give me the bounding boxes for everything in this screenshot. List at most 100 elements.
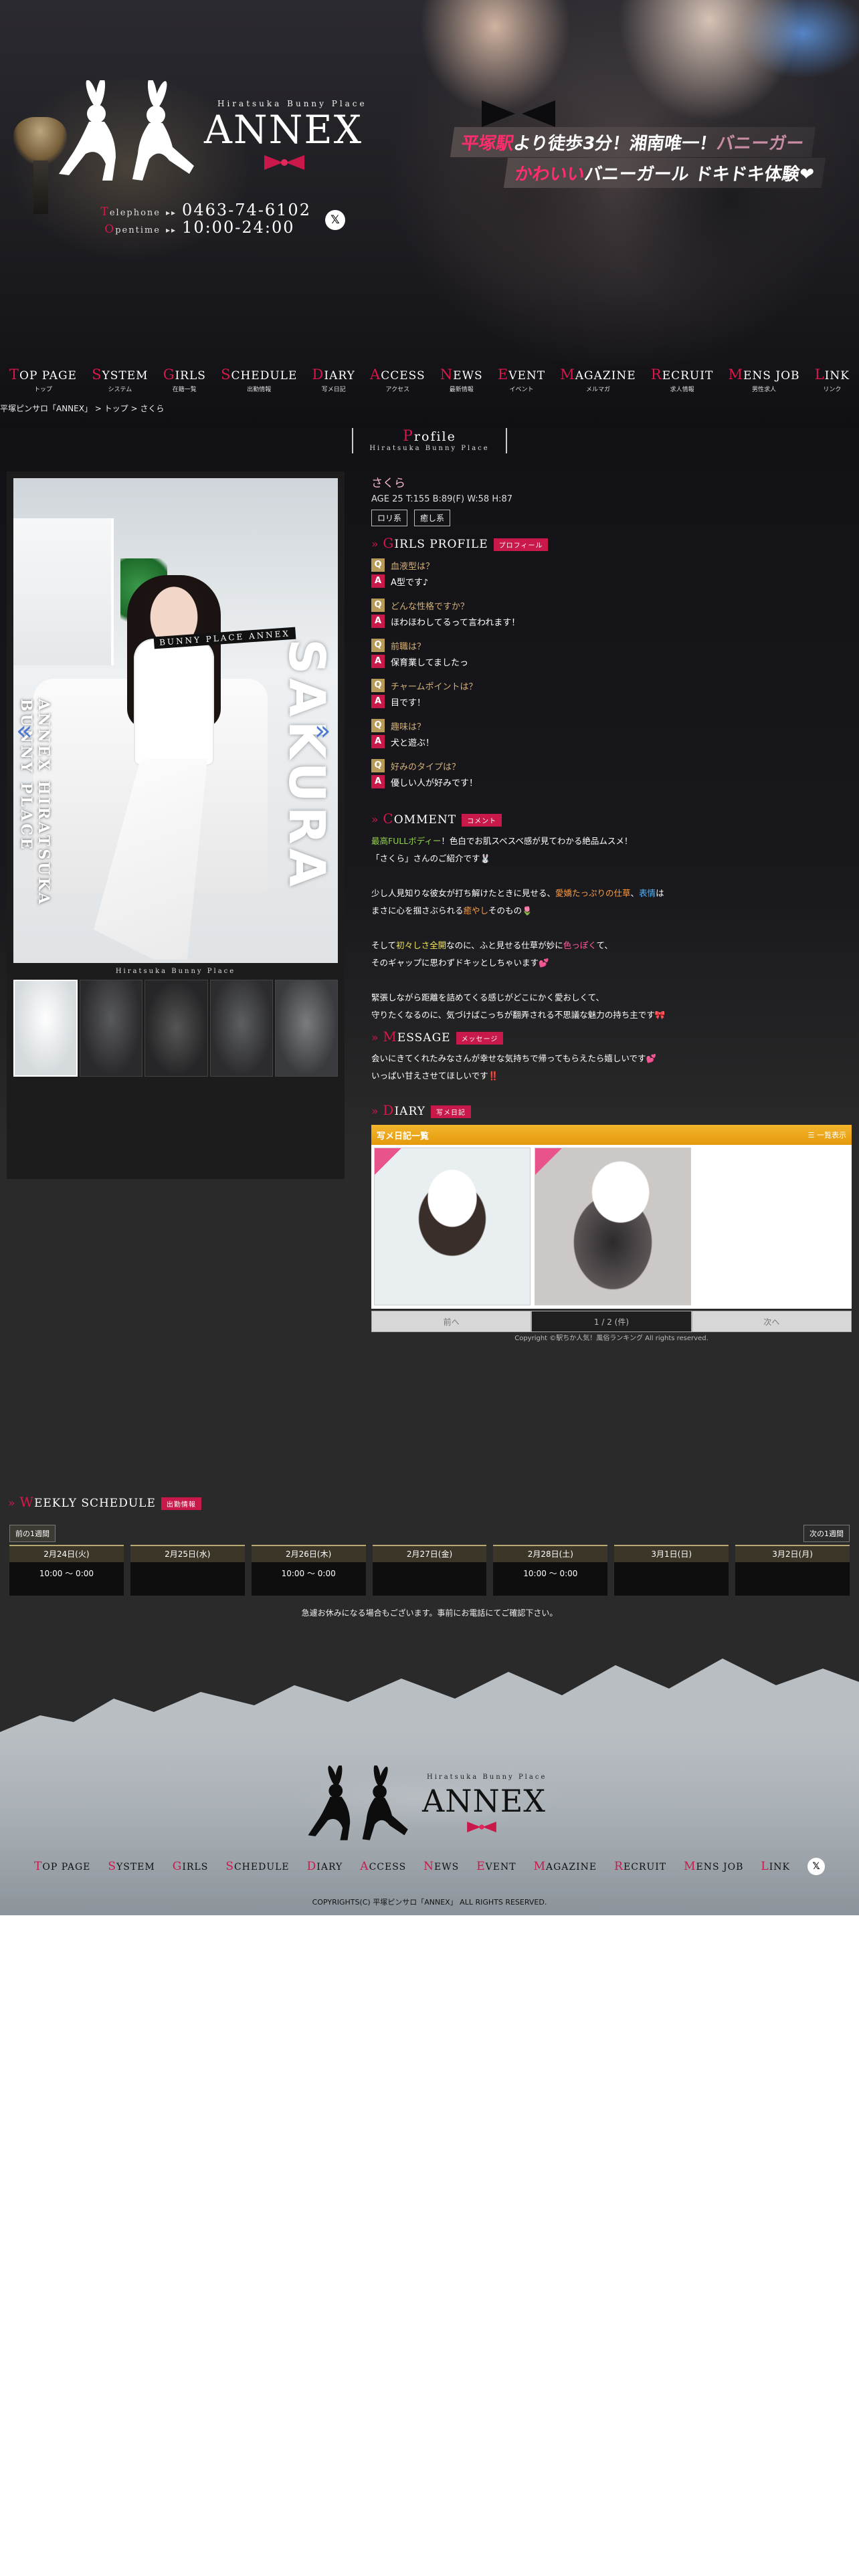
main-photo[interactable]: BUNNY PLACE ANNEX ANNEX HIRATSUKA BUNNY … [13,478,338,963]
x-logo-icon[interactable]: 𝕏 [807,1858,825,1875]
global-nav: TOP PAGE トップ SYSTEM システム GIRLS 在籍一覧 SCHEDUL… [0,366,859,396]
footer-nav-top-page[interactable]: TOP PAGE [34,1860,90,1873]
nav-cap: S [92,366,102,383]
profile-info: さくら AGE 25 T:155 B:89(F) W:58 H:87 ロリ系 癒… [371,473,853,526]
thumbnail[interactable] [80,980,143,1077]
question-text: 血液型は？ [391,561,435,572]
bunny-silhouette-logo-icon [308,1765,408,1840]
diary-page-indicator: 1 / 2 (件) [531,1311,692,1332]
nav-sublabel: アクセス [385,387,410,393]
footer-nav-schedule[interactable]: SCHEDULE [225,1860,289,1873]
nav-label: OP PAGE [42,1862,91,1872]
footer-nav-mens-job[interactable]: MENS JOB [684,1860,743,1873]
nav-schedule[interactable]: SCHEDULE 出勤情報 [221,366,297,396]
breadcrumb-shop[interactable]: 平塚ピンサロ「ANNEX」 [0,404,92,413]
girls-profile-heading: » GIRLS PROFILE プロフィール [371,535,549,551]
comment-text: そのもの🌷 [488,905,533,916]
opentime-value: 10:00-24:00 [182,218,295,237]
prev-week-button[interactable]: 前の1週間 [9,1525,56,1542]
thumbnail[interactable] [13,980,78,1077]
diary-entry[interactable] [535,1148,691,1305]
nav-mens-job[interactable]: MENS JOB 男性求人 [728,366,799,396]
footer-nav-magazine[interactable]: MAGAZINE [534,1860,597,1873]
bullet-icon: » [8,1497,16,1510]
comment-text: 緊張しながら距離を詰めてくる感じがどこにかく愛おしくて、 [371,992,605,1002]
new-badge-icon [375,1148,401,1175]
schedule-time [130,1562,245,1596]
nav-label: EWS [453,369,483,383]
answer-text: 優しい人が好みです！ [391,778,478,788]
nav-system[interactable]: SYSTEM システム [92,366,148,396]
nav-recruit[interactable]: RECRUIT 求人情報 [651,366,713,396]
credit-link[interactable]: ©駅ちか人気！風俗ランキング [549,1335,643,1342]
thumbnail[interactable] [145,980,208,1077]
profile-title: Profile [403,428,456,445]
profile-subtitle: Hiratsuka Bunny Place [369,445,490,452]
footer-logo[interactable]: Hiratsuka Bunny Place ANNEX [303,1765,557,1846]
nav-label: IARY [316,1862,343,1872]
diary-items [371,1145,852,1309]
message-heading: » MESSAGE メッセージ [371,1029,504,1045]
footer-nav-news[interactable]: NEWS [423,1860,459,1873]
nav-diary[interactable]: DIARY 写メ日記 [312,366,355,396]
comment-highlight: 愛嬌たっぷりの仕草 [555,888,631,898]
comment-text: 、 [630,888,640,898]
diary-list-view-button[interactable]: ☰ 一覧表示 [808,1130,846,1140]
catch-1-highlight: 平塚駅 [460,134,515,154]
comment-highlight: 初々しさ全開 [396,940,447,950]
nav-label: IRLS [175,369,206,383]
comment-body: 最高FULLボディー！色白でお肌スベスベ感が見てわかる絶品ムスメ！ 「さくら」さん… [371,833,853,1041]
diary-heading: » DIARY 写メ日記 [371,1102,471,1118]
nav-sublabel: 在籍一覧 [172,387,197,393]
bunny-silhouette-logo-icon[interactable] [52,80,206,187]
diary-prev-button[interactable]: 前へ [371,1311,532,1332]
comment-text: まさに心を掴さぶられる [371,905,464,916]
footer-nav-diary[interactable]: DIARY [307,1860,343,1873]
nav-cap: D [306,1860,317,1873]
footer-nav-system[interactable]: SYSTEM [108,1860,155,1873]
question-text: 趣味は？ [391,722,426,732]
chevron-left-icon[interactable]: « [16,716,32,746]
question-mark: Q [371,599,385,612]
nav-cap: M [560,366,575,383]
nav-event[interactable]: EVENT イベント [498,366,545,396]
nav-cap: S [225,1860,234,1873]
schedule-date: 2月24日(火) [9,1545,124,1562]
footer-nav-girls[interactable]: GIRLS [173,1860,209,1873]
answer-mark: A [371,775,385,788]
photo-panel: BUNNY PLACE ANNEX ANNEX HIRATSUKA BUNNY … [7,471,345,1179]
footer-nav-link[interactable]: LINK [761,1860,790,1873]
nav-cap: M [728,366,743,383]
x-logo-icon[interactable]: 𝕏 [325,210,345,230]
nav-news[interactable]: NEWS 最新情報 [440,366,483,396]
diary-next-button[interactable]: 次へ [691,1311,852,1332]
type-tag[interactable]: ロリ系 [371,510,408,526]
footer-nav-access[interactable]: ACCESS [360,1860,406,1873]
nav-link[interactable]: LINK リンク [815,366,850,396]
nav-cap: S [108,1860,117,1873]
ribbon-icon [467,1822,496,1832]
nav-girls[interactable]: GIRLS 在籍一覧 [163,366,206,396]
answer-mark: A [371,615,385,628]
nav-access[interactable]: ACCESS アクセス [370,366,425,396]
nav-sublabel: リンク [823,387,842,393]
schedule-note: 急遽お休みになる場合もございます。事前にお電話にてご確認下さい。 [301,1608,558,1618]
qa-item: Q どんな性格ですか？ A ほわほわしてるって言われます！ [371,597,853,637]
nav-top-page[interactable]: TOP PAGE トップ [9,366,77,396]
nav-cap: M [533,1860,547,1873]
diary-entry[interactable] [374,1148,531,1305]
footer-nav-recruit[interactable]: RECRUIT [614,1860,666,1873]
logo-title[interactable]: ANNEX [204,107,363,152]
nav-magazine[interactable]: MAGAZINE メルマガ [560,366,636,396]
type-tag[interactable]: 癒し系 [414,510,451,526]
telephone-number[interactable]: 0463-74-6102 [182,201,311,219]
footer-nav-event[interactable]: EVENT [476,1860,516,1873]
chevron-right-icon[interactable]: » [314,716,330,746]
breadcrumb-top[interactable]: トップ [104,404,128,413]
heading-badge: プロフィール [493,538,549,551]
next-week-button[interactable]: 次の1週間 [803,1525,850,1542]
comment-text: そのギャップに思わずドキッとしちゃいます💕 [371,958,549,968]
thumbnail[interactable] [209,980,273,1077]
thumbnail[interactable] [274,980,339,1077]
catch-2-text: バニーガール [583,165,690,185]
